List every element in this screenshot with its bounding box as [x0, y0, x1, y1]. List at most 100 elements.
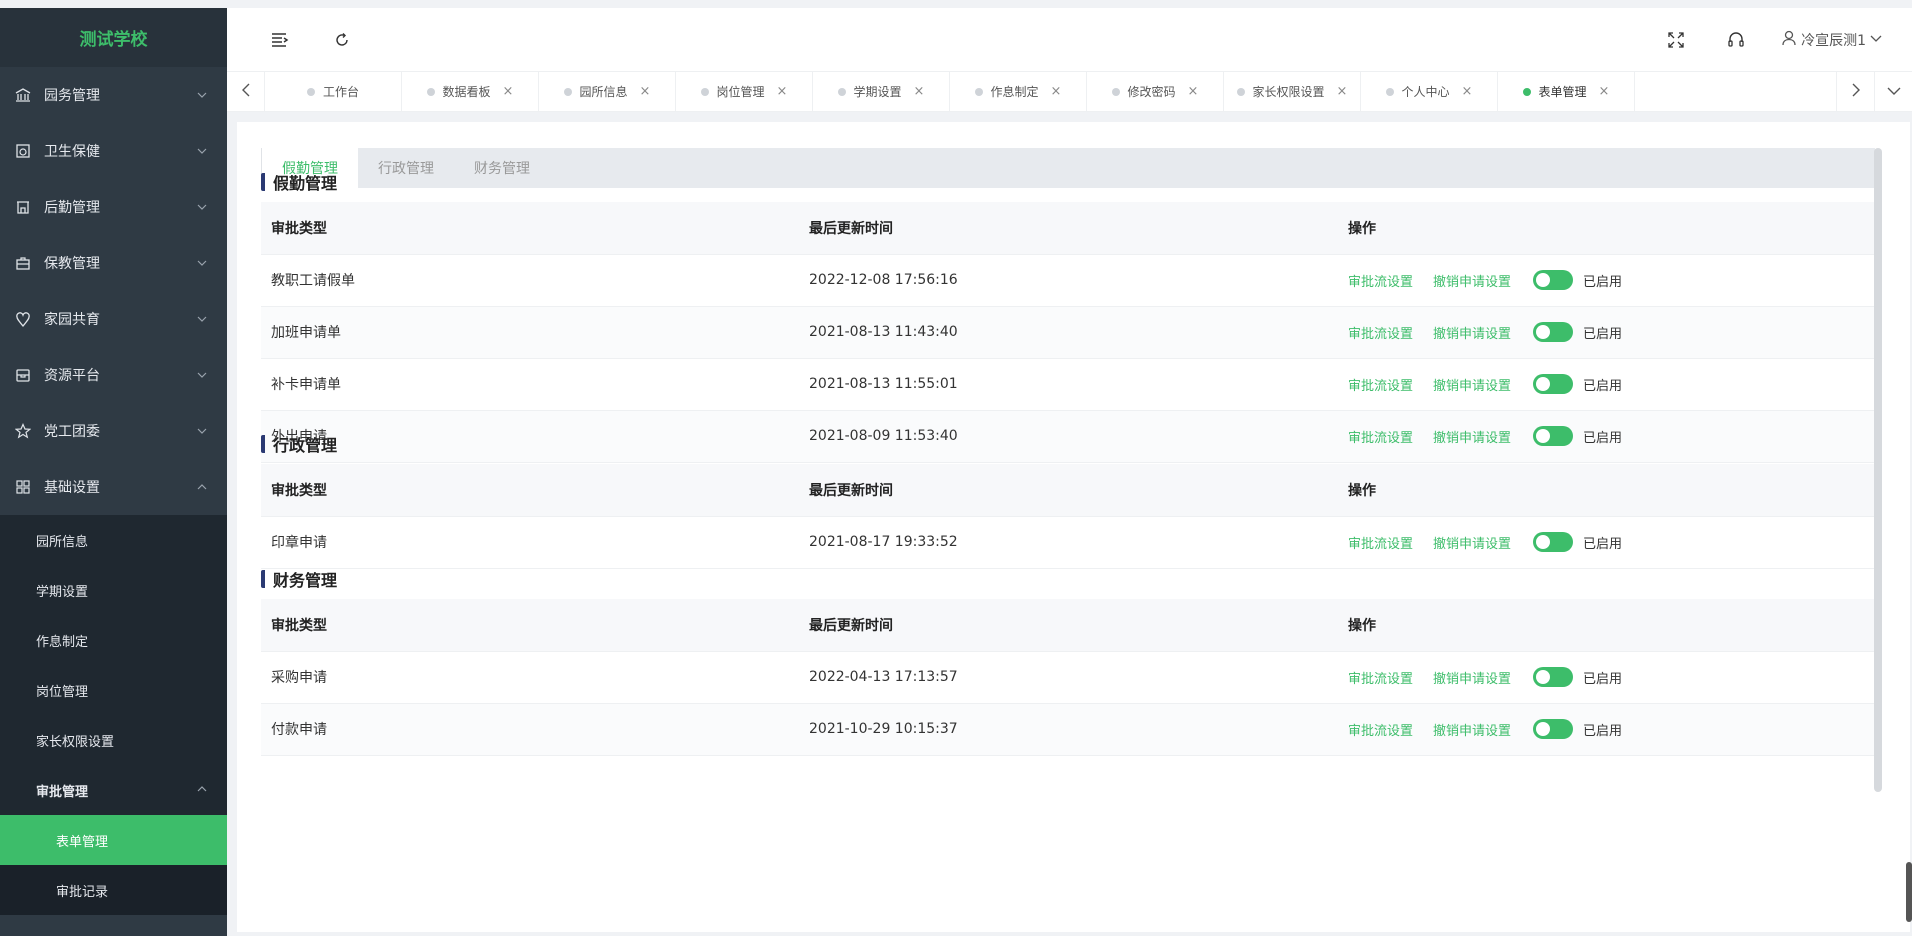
chevron-down-icon [197, 314, 207, 324]
enable-switch-group: 已启用 [1533, 322, 1622, 342]
headset-icon[interactable] [1721, 25, 1751, 55]
enable-toggle[interactable] [1533, 322, 1574, 342]
grid-icon [14, 478, 32, 496]
chevron-left-icon [241, 83, 251, 101]
revoke-settings-link[interactable]: 撤销申请设置 [1433, 375, 1511, 394]
row-actions: 审批流设置 撤销申请设置 已启用 [1348, 532, 1875, 552]
actions-cell: 审批流设置 撤销申请设置 已启用 [1338, 254, 1875, 307]
sidebar-item-logistics[interactable]: 后勤管理 [0, 179, 227, 235]
chevron-down-icon [197, 370, 207, 380]
tab-page[interactable]: 数据看板 × [402, 72, 539, 111]
enable-toggle[interactable] [1533, 270, 1574, 290]
enable-switch-group: 已启用 [1533, 532, 1622, 552]
approval-type-cell: 教职工请假单 [261, 254, 799, 307]
sidebar-item-label: 园务管理 [44, 88, 100, 104]
window-scrollbar[interactable] [1906, 862, 1912, 922]
table-header-row: 审批类型 最后更新时间 操作 [261, 202, 1875, 255]
chevron-right-icon [1851, 83, 1861, 101]
approval-flow-settings-link[interactable]: 审批流设置 [1348, 323, 1413, 342]
approval-table: 审批类型 最后更新时间 操作 采购申请 2022-04-13 17:13:57 审批流设置… [261, 599, 1875, 756]
tab-label: 个人中心 [1401, 85, 1450, 99]
tab-page[interactable]: 岗位管理 × [676, 72, 813, 111]
content-scrollbar[interactable] [1874, 148, 1882, 792]
enable-toggle[interactable] [1533, 667, 1574, 687]
close-icon[interactable]: × [503, 84, 514, 99]
enable-status-label: 已启用 [1583, 274, 1623, 290]
sidebar-subitem-approval-records[interactable]: 审批记录 [0, 865, 227, 915]
close-icon[interactable]: × [1599, 84, 1610, 99]
tab-status-dot [563, 87, 572, 96]
sidebar-subitem-schedule[interactable]: 作息制定 [0, 615, 227, 665]
tab-page[interactable]: 家长权限设置 × [1224, 72, 1361, 111]
enable-toggle[interactable] [1533, 374, 1574, 394]
approval-flow-settings-link[interactable]: 审批流设置 [1348, 271, 1413, 290]
approval-flow-settings-link[interactable]: 审批流设置 [1348, 720, 1413, 739]
tab-label: 数据看板 [442, 85, 491, 99]
enable-status-label: 已启用 [1583, 326, 1623, 342]
sidebar-item-party[interactable]: 党工团委 [0, 403, 227, 459]
sidebar-item-label: 资源平台 [44, 368, 100, 384]
tab-status-dot [974, 87, 983, 96]
tab-page[interactable]: 学期设置 × [813, 72, 950, 111]
heart-location-icon [14, 310, 32, 328]
section-title-marker [261, 570, 265, 588]
refresh-icon[interactable] [327, 25, 357, 55]
sidebar-subitem-semester-settings[interactable]: 学期设置 [0, 565, 227, 615]
sidebar-subitem-garden-info[interactable]: 园所信息 [0, 515, 227, 565]
row-actions: 审批流设置 撤销申请设置 已启用 [1348, 322, 1875, 342]
approval-flow-settings-link[interactable]: 审批流设置 [1348, 533, 1413, 552]
user-menu[interactable]: 冷宣辰测1 [1781, 30, 1882, 50]
close-icon[interactable]: × [914, 84, 925, 99]
sidebar-subitem-approval[interactable]: 审批管理 [0, 765, 227, 815]
sidebar-item-basic-settings[interactable]: 基础设置 [0, 459, 227, 515]
close-icon[interactable]: × [1337, 84, 1348, 99]
sidebar-item-resources[interactable]: 资源平台 [0, 347, 227, 403]
close-icon[interactable]: × [1462, 84, 1473, 99]
tabs-scroll-right-button[interactable] [1836, 72, 1874, 111]
sidebar-item-care-education[interactable]: 保教管理 [0, 235, 227, 291]
tab-page[interactable]: 表单管理 × [1498, 72, 1635, 111]
sidebar-item-home-school[interactable]: 家园共育 [0, 291, 227, 347]
menu-toggle-icon[interactable] [265, 25, 295, 55]
tab-page[interactable]: 工作台 [265, 72, 402, 111]
tab-page[interactable]: 修改密码 × [1087, 72, 1224, 111]
star-icon [14, 422, 32, 440]
sidebar-item-health[interactable]: 卫生保健 [0, 123, 227, 179]
sidebar-item-garden-affairs[interactable]: 园务管理 [0, 67, 227, 123]
tabs-dropdown-button[interactable] [1874, 72, 1912, 111]
table-row: 付款申请 2021-10-29 10:15:37 审批流设置 撤销申请设置 已启用 [261, 703, 1875, 756]
sidebar-item-label: 基础设置 [44, 480, 100, 496]
sidebar-subitem-form-management[interactable]: 表单管理 [0, 815, 227, 865]
actions-cell: 审批流设置 撤销申请设置 已启用 [1338, 358, 1875, 411]
close-icon[interactable]: × [1051, 84, 1062, 99]
enable-toggle[interactable] [1533, 532, 1574, 552]
tab-page[interactable]: 作息制定 × [950, 72, 1087, 111]
revoke-settings-link[interactable]: 撤销申请设置 [1433, 533, 1511, 552]
enable-toggle[interactable] [1533, 719, 1574, 739]
top-header: 冷宣辰测1 [227, 8, 1912, 72]
tab-status-dot [306, 87, 315, 96]
approval-table: 审批类型 最后更新时间 操作 印章申请 2021-08-17 19:33:52 审批流设置… [261, 464, 1875, 569]
tabs-scroll-left-button[interactable] [227, 72, 265, 111]
sidebar-subitem-parent-permissions[interactable]: 家长权限设置 [0, 715, 227, 765]
table-header-row: 审批类型 最后更新时间 操作 [261, 599, 1875, 652]
close-icon[interactable]: × [1188, 84, 1199, 99]
close-icon[interactable]: × [777, 84, 788, 99]
tab-status-dot [700, 87, 709, 96]
tab-page[interactable]: 个人中心 × [1361, 72, 1498, 111]
sidebar-item-label: 家园共育 [44, 312, 100, 328]
fullscreen-icon[interactable] [1661, 25, 1691, 55]
tab-page[interactable]: 园所信息 × [539, 72, 676, 111]
approval-flow-settings-link[interactable]: 审批流设置 [1348, 668, 1413, 687]
enable-switch-group: 已启用 [1533, 270, 1622, 290]
enable-switch-group: 已启用 [1533, 667, 1622, 687]
revoke-settings-link[interactable]: 撤销申请设置 [1433, 271, 1511, 290]
close-icon[interactable]: × [640, 84, 651, 99]
approval-flow-settings-link[interactable]: 审批流设置 [1348, 375, 1413, 394]
chevron-down-icon [1887, 84, 1901, 100]
revoke-settings-link[interactable]: 撤销申请设置 [1433, 668, 1511, 687]
sidebar-subitem-positions[interactable]: 岗位管理 [0, 665, 227, 715]
revoke-settings-link[interactable]: 撤销申请设置 [1433, 720, 1511, 739]
revoke-settings-link[interactable]: 撤销申请设置 [1433, 323, 1511, 342]
table-row: 采购申请 2022-04-13 17:13:57 审批流设置 撤销申请设置 已启用 [261, 651, 1875, 704]
